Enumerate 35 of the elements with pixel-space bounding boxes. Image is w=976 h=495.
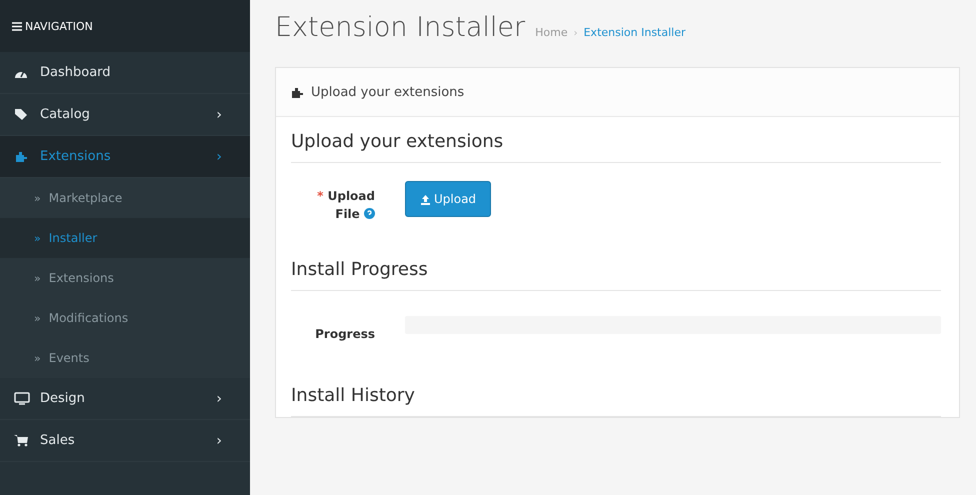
section-title: Install History [291, 371, 941, 417]
submenu-item[interactable]: » Modifications [0, 298, 250, 338]
submenu-item[interactable]: » Events [0, 338, 250, 378]
submenu-item[interactable]: » Marketplace [0, 178, 250, 218]
double-chevron-icon: » [34, 232, 41, 244]
breadcrumb-separator: › [574, 28, 578, 39]
breadcrumb-link[interactable]: Home [535, 26, 568, 39]
section-title: Upload your extensions [291, 117, 941, 163]
puzzle-icon [14, 150, 29, 163]
panel-heading: Upload your extensions [311, 84, 464, 100]
double-chevron-icon: » [34, 352, 41, 364]
cart-icon [14, 434, 29, 447]
monitor-icon [14, 392, 30, 405]
double-chevron-icon: » [34, 312, 41, 324]
section-title: Install Progress [291, 245, 941, 291]
navigation-title: NAVIGATION [25, 20, 93, 32]
submenu-item[interactable]: » Extensions [0, 258, 250, 298]
chevron-icon: › [216, 432, 222, 448]
chevron-icon: › [216, 148, 222, 164]
upload-button[interactable]: Upload [405, 181, 492, 217]
tag-icon [14, 108, 29, 121]
upload-icon [420, 194, 431, 204]
chevron-icon: › [216, 106, 222, 122]
page-title: Extension Installer [275, 12, 526, 43]
field-label: Progress [314, 326, 375, 343]
field-label: * Upload File [316, 188, 375, 223]
chevron-icon: › [216, 390, 222, 406]
puzzle-icon [290, 86, 305, 98]
help-icon [364, 208, 375, 219]
menu-icon [12, 22, 22, 30]
double-chevron-icon: » [34, 272, 41, 284]
breadcrumb-link[interactable]: Extension Installer [584, 26, 686, 39]
submenu-item[interactable]: » Installer [0, 218, 250, 258]
sidebar-item[interactable]: Extensions › [0, 136, 250, 178]
double-chevron-icon: » [34, 192, 41, 204]
